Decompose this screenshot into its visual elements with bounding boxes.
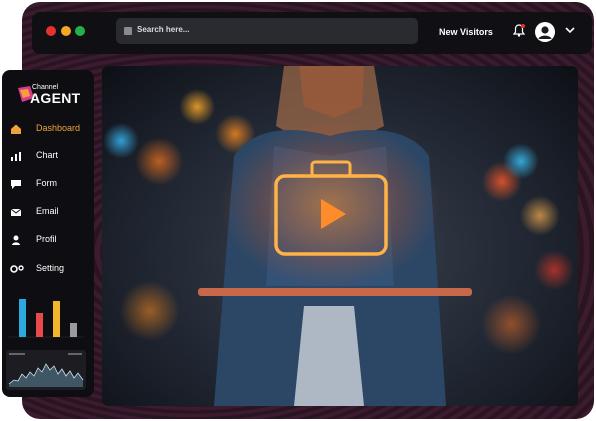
chevron-down-icon[interactable]	[565, 26, 575, 34]
user-avatar[interactable]	[535, 22, 555, 42]
sidebar-item-chart[interactable]: Chart	[8, 147, 88, 165]
window-maximize-dot[interactable]	[75, 26, 85, 36]
mini-bar	[19, 299, 26, 337]
logo-text-big: AGENT	[30, 90, 81, 106]
sidebar-item-label: Setting	[36, 263, 65, 273]
mini-bar	[70, 323, 77, 337]
search-icon	[124, 27, 132, 35]
user-avatar-icon	[538, 26, 552, 39]
sidebar-item-label: Form	[36, 178, 57, 188]
home-icon	[11, 124, 21, 134]
mini-line-chart-plot	[8, 353, 84, 387]
sidebar-item-label: Email	[36, 206, 59, 216]
bell-icon[interactable]	[513, 24, 525, 37]
settings-icon	[10, 265, 24, 273]
sidebar-item-profil[interactable]: Profil	[8, 231, 88, 249]
window-close-dot[interactable]	[46, 26, 56, 36]
sidebar-item-dashboard[interactable]: Dashboard	[8, 120, 88, 138]
form-icon	[11, 180, 21, 189]
sidebar-item-setting[interactable]: Setting	[8, 260, 88, 278]
mail-icon	[10, 208, 22, 216]
user-icon	[12, 235, 20, 245]
window-minimize-dot[interactable]	[61, 26, 71, 36]
sidebar-item-email[interactable]: Email	[8, 203, 88, 221]
new-visitors-link[interactable]: New Visitors	[439, 27, 493, 37]
bar-chart-icon	[11, 152, 21, 161]
sidebar-item-form[interactable]: Form	[8, 175, 88, 193]
tablet	[198, 288, 472, 296]
mini-bar-chart	[8, 299, 84, 338]
search-placeholder: Search here...	[137, 25, 190, 34]
mini-line-chart	[6, 350, 86, 390]
mini-bar	[36, 313, 43, 337]
mini-bar	[53, 301, 60, 337]
video-briefcase-icon	[274, 160, 388, 256]
sidebar-item-label: Chart	[36, 150, 59, 160]
sidebar-item-label: Dashboard	[36, 123, 81, 133]
sidebar-item-label: Profil	[36, 234, 57, 244]
